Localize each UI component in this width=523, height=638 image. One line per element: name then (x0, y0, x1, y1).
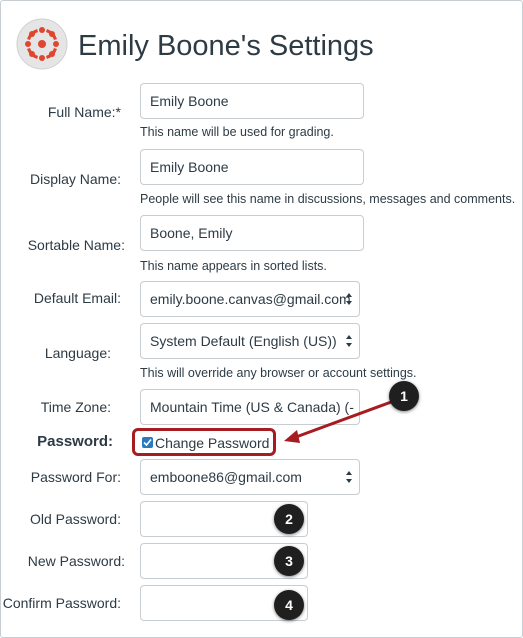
callout-badge-4: 4 (274, 590, 304, 620)
callout-badge-1: 1 (389, 381, 419, 411)
callout-arrow (284, 399, 395, 443)
callout-badge-3: 3 (274, 546, 304, 576)
callout-badge-2: 2 (274, 504, 304, 534)
